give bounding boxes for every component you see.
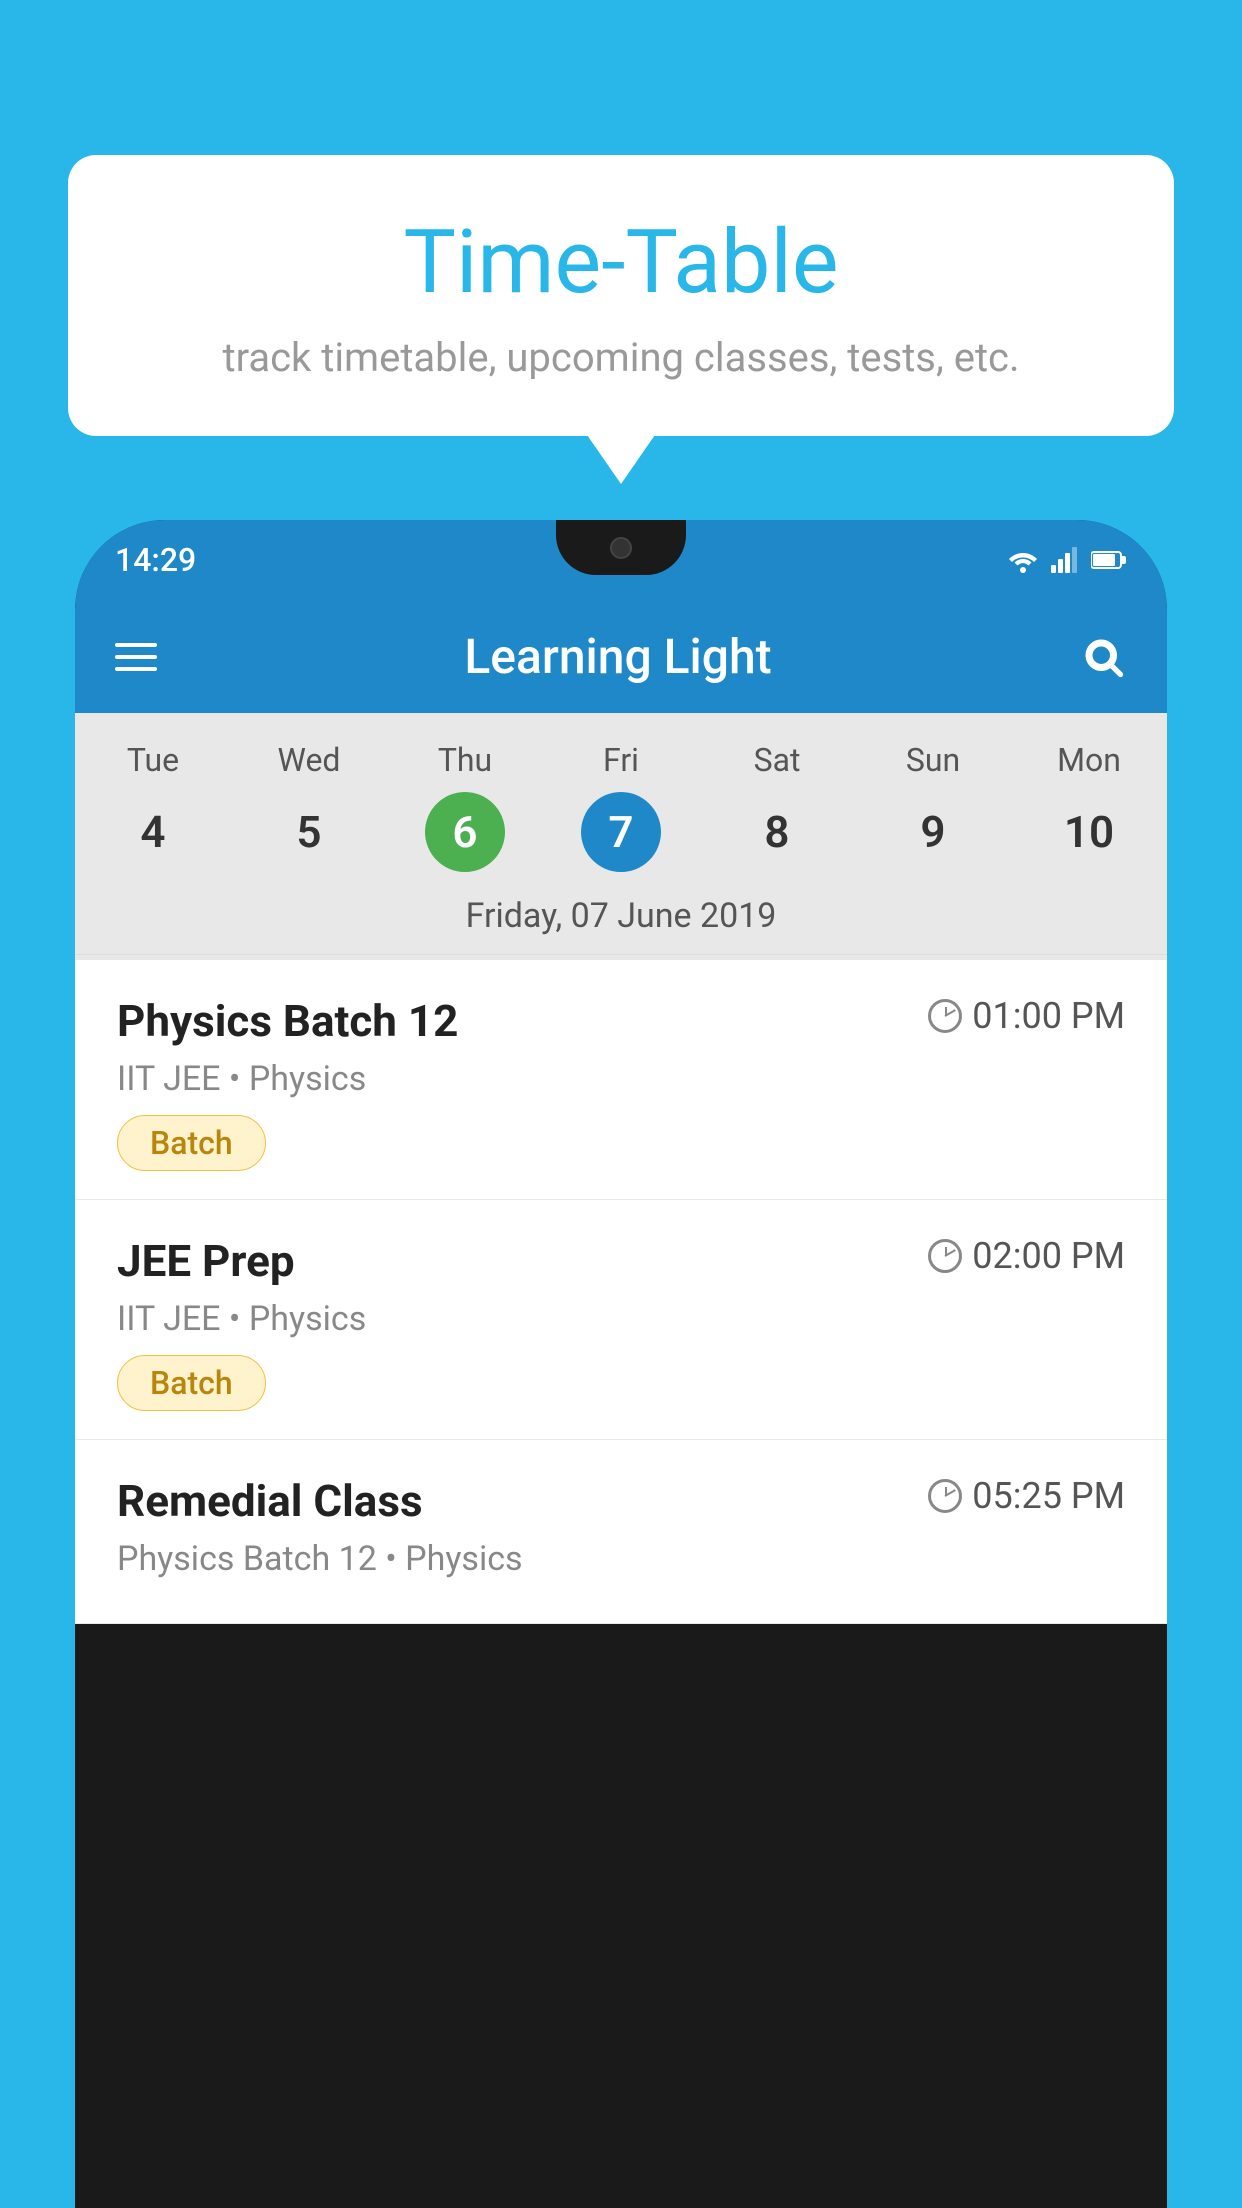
class-item-header: Physics Batch 12 01:00 PM (117, 995, 1125, 1047)
date-item[interactable]: 8 (699, 792, 855, 872)
date-number: 8 (737, 792, 817, 872)
day-label: Thu (387, 741, 543, 779)
clock-icon (928, 1239, 962, 1273)
day-label: Sat (699, 741, 855, 779)
phone-frame: 14:29 (75, 520, 1167, 2208)
search-button[interactable] (1079, 633, 1127, 681)
tooltip-title: Time-Table (123, 215, 1119, 312)
date-number: 5 (269, 792, 349, 872)
status-icons (1007, 547, 1127, 573)
class-name: Physics Batch 12 (117, 995, 458, 1047)
day-label: Fri (543, 741, 699, 779)
days-row: TueWedThuFriSatSunMon (75, 733, 1167, 787)
calendar-header: TueWedThuFriSatSunMon 456789 10 Friday, 0… (75, 713, 1167, 960)
class-item-header: Remedial Class 05:25 PM (117, 1475, 1125, 1527)
day-label: Wed (231, 741, 387, 779)
date-item[interactable]: 5 (231, 792, 387, 872)
class-list: Physics Batch 12 01:00 PM IIT JEE • Phys… (75, 960, 1167, 1624)
day-label: Sun (855, 741, 1011, 779)
batch-badge: Batch (117, 1355, 266, 1411)
date-number: 4 (113, 792, 193, 872)
selected-date-label: Friday, 07 June 2019 (75, 882, 1167, 955)
clock-icon (928, 1479, 962, 1513)
date-item[interactable]: 4 (75, 792, 231, 872)
class-time: 01:00 PM (928, 995, 1125, 1037)
day-label: Tue (75, 741, 231, 779)
date-number: 10 (1049, 792, 1129, 872)
class-details: IIT JEE • Physics (117, 1059, 1125, 1099)
class-name: Remedial Class (117, 1475, 423, 1527)
class-details: Physics Batch 12 • Physics (117, 1539, 1125, 1579)
wifi-icon (1007, 547, 1039, 573)
search-icon (1082, 636, 1124, 678)
battery-icon (1091, 549, 1127, 571)
clock-icon (928, 999, 962, 1033)
date-item[interactable]: 6 (387, 792, 543, 872)
menu-button[interactable] (115, 643, 157, 671)
class-item[interactable]: JEE Prep 02:00 PM IIT JEE • Physics Batc… (75, 1200, 1167, 1440)
date-item[interactable]: 7 (543, 792, 699, 872)
tooltip-subtitle: track timetable, upcoming classes, tests… (123, 334, 1119, 381)
class-time: 05:25 PM (928, 1475, 1125, 1517)
class-item[interactable]: Physics Batch 12 01:00 PM IIT JEE • Phys… (75, 960, 1167, 1200)
date-number: 7 (581, 792, 661, 872)
status-bar: 14:29 (75, 520, 1167, 600)
day-label: Mon (1011, 741, 1167, 779)
class-item-header: JEE Prep 02:00 PM (117, 1235, 1125, 1287)
status-time: 14:29 (115, 541, 196, 579)
dates-row: 456789 10 (75, 787, 1167, 882)
app-header: Learning Light (75, 600, 1167, 713)
date-item[interactable]: 10 (1011, 792, 1167, 872)
date-number: 9 (893, 792, 973, 872)
class-item[interactable]: Remedial Class 05:25 PM Physics Batch 12… (75, 1440, 1167, 1624)
date-number: 6 (425, 792, 505, 872)
class-details: IIT JEE • Physics (117, 1299, 1125, 1339)
app-title: Learning Light (157, 628, 1079, 685)
tooltip-card: Time-Table track timetable, upcoming cla… (68, 155, 1174, 436)
camera-dot (610, 537, 632, 559)
signal-icon (1051, 547, 1079, 573)
class-name: JEE Prep (117, 1235, 295, 1287)
batch-badge: Batch (117, 1115, 266, 1171)
date-item[interactable]: 9 (855, 792, 1011, 872)
class-time: 02:00 PM (928, 1235, 1125, 1277)
phone-notch (556, 520, 686, 575)
